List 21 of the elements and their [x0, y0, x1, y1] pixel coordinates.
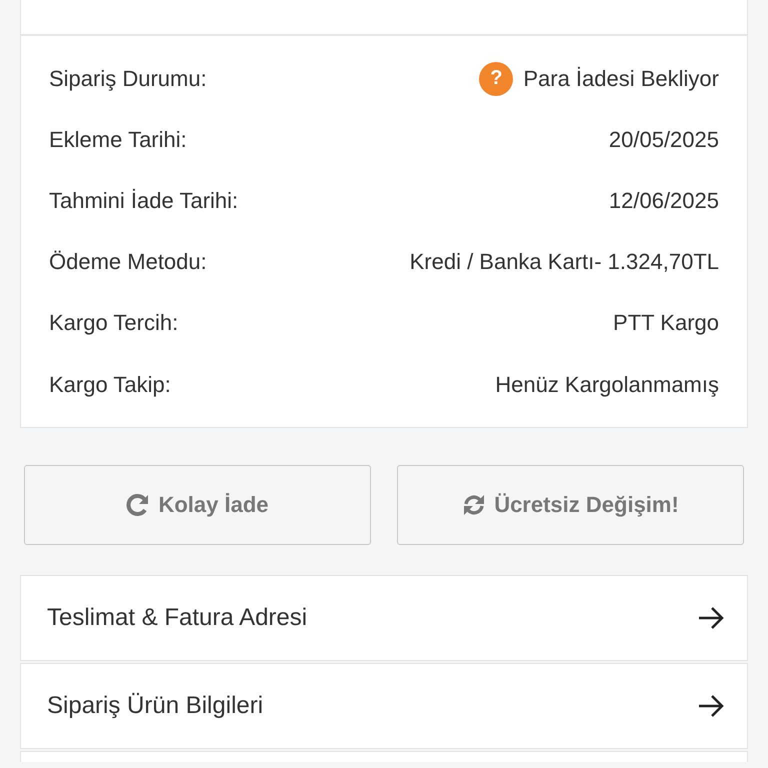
- field-value: Kredi / Banka Kartı- 1.324,70TL: [410, 249, 719, 276]
- action-button[interactable]: Ücretsiz Değişim!: [397, 465, 744, 546]
- field-value: Henüz Kargolanmamış: [495, 372, 719, 398]
- field-label: Kargo Takip:: [49, 372, 171, 398]
- action-button[interactable]: Kolay İade: [24, 465, 371, 546]
- field-value: 12/06/2025: [608, 188, 719, 214]
- help-icon: ?: [479, 62, 514, 96]
- field-value: 20/05/2025: [608, 126, 719, 153]
- arrow-right-icon: [697, 606, 725, 630]
- nav-row[interactable]: Teslimat & Fatura Adresi: [20, 575, 748, 662]
- field-label: Kargo Tercih:: [49, 310, 178, 336]
- field-label: Sipariş Durumu:: [49, 66, 207, 92]
- arrow-right-icon: [697, 694, 725, 718]
- refresh-icon: [126, 493, 150, 518]
- field-value: Para İadesi Bekliyor: [523, 66, 719, 92]
- field-label: Ödeme Metodu:: [49, 249, 207, 276]
- field-label: Tahmini İade Tarihi:: [49, 188, 238, 214]
- field-value: PTT Kargo: [613, 310, 719, 336]
- field-label: Ekleme Tarihi:: [49, 126, 187, 153]
- nav-row[interactable]: Sipariş Ürün Bilgileri: [20, 663, 748, 750]
- sync-icon: [462, 493, 486, 518]
